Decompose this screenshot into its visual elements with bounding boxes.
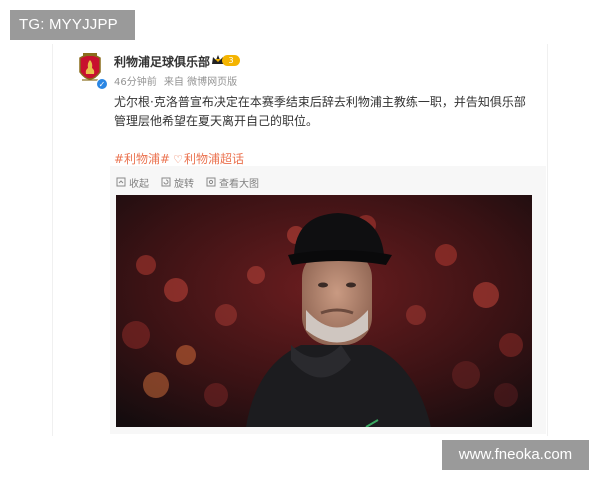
collapse-icon xyxy=(116,177,126,187)
account-name[interactable]: 利物浦足球俱乐部 xyxy=(114,53,210,70)
view-large-button[interactable]: 查看大图 xyxy=(206,174,259,190)
post-text: 尤尔根·克洛普宣布决定在本赛季结束后辞去利物浦主教练一职，并告知俱乐部管理层他希… xyxy=(114,95,526,128)
rotate-button[interactable]: 旋转 xyxy=(161,174,194,190)
level-badge: 3 xyxy=(222,55,240,66)
view-large-label: 查看大图 xyxy=(219,178,259,190)
collapse-button[interactable]: 收起 xyxy=(116,174,149,190)
page: ✓ 利物浦足球俱乐部 3 46分钟前 来自 微博网页版 尤尔根·克洛普宣布决定在… xyxy=(0,0,600,480)
rotate-icon xyxy=(161,177,171,187)
media-toolbar: 收起 旋转 查看大图 xyxy=(116,174,259,190)
collapse-label: 收起 xyxy=(129,178,149,190)
hashtag-liverpool[interactable]: #利物浦# xyxy=(114,152,170,166)
hashtag-supertopic[interactable]: 利物浦超话 xyxy=(184,152,244,166)
view-large-icon xyxy=(206,177,216,187)
post-source: 来自 微博网页版 xyxy=(163,77,238,88)
rotate-label: 旋转 xyxy=(174,178,194,190)
post-time[interactable]: 46分钟前 xyxy=(114,77,157,88)
watermark-tg: TG: MYYJJPP xyxy=(10,10,135,40)
verified-icon: ✓ xyxy=(96,78,108,90)
supertopic-icon: ♡ xyxy=(173,153,183,166)
hashtags: #利物浦# ♡利物浦超话 xyxy=(114,150,246,167)
post-meta: 46分钟前 来自 微博网页版 xyxy=(114,73,241,88)
post-photo[interactable] xyxy=(116,195,532,427)
watermark-url: www.fneoka.com xyxy=(442,440,589,470)
